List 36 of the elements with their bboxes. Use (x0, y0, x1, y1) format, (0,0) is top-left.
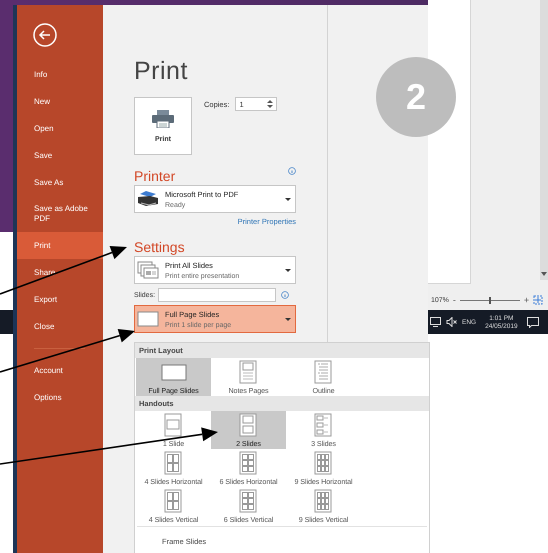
sidebar-item[interactable]: Info (17, 61, 103, 88)
back-button[interactable] (33, 23, 57, 47)
zoom-out-button[interactable]: - (452, 295, 457, 305)
slide-icon (137, 310, 159, 328)
sidebar-item[interactable]: Open (17, 115, 103, 142)
caret-icon (285, 268, 291, 272)
slides-stack-icon (137, 261, 159, 279)
section-heading: Printer (134, 167, 176, 185)
monitor-icon (430, 317, 441, 327)
spin-arrows-icon (267, 99, 274, 109)
sidebar-item[interactable]: Export (17, 286, 103, 313)
caret-icon (285, 318, 291, 320)
zoom-in-button[interactable]: + (522, 295, 530, 305)
sidebar-item[interactable]: Share (17, 259, 103, 286)
sidebar-item[interactable]: Save (17, 142, 103, 169)
sidebar-item[interactable]: Options (17, 384, 103, 411)
printer-icon (152, 110, 174, 128)
scroll-down-icon (541, 272, 547, 277)
caret-icon (285, 198, 291, 200)
zoom-slider-thumb[interactable] (488, 296, 491, 304)
printer-icon (137, 190, 159, 208)
sidebar-item[interactable]: New (17, 88, 103, 115)
notification-icon (526, 316, 539, 328)
sidebar-item[interactable]: Print (17, 232, 103, 259)
info-icon (288, 167, 296, 175)
sidebar-item[interactable]: Save As (17, 169, 103, 196)
fit-to-window-icon (533, 295, 544, 305)
section-heading: Settings (134, 238, 185, 256)
slides-field[interactable] (158, 288, 276, 302)
page-title: Print (134, 56, 189, 87)
sidebar-item[interactable]: Close (17, 313, 103, 340)
speaker-muted-icon (446, 317, 457, 327)
info-icon (281, 291, 290, 299)
scrollbar[interactable] (540, 0, 548, 280)
sidebar-item[interactable]: Account (17, 357, 103, 384)
sidebar-item[interactable]: Save as Adobe PDF (17, 196, 103, 232)
